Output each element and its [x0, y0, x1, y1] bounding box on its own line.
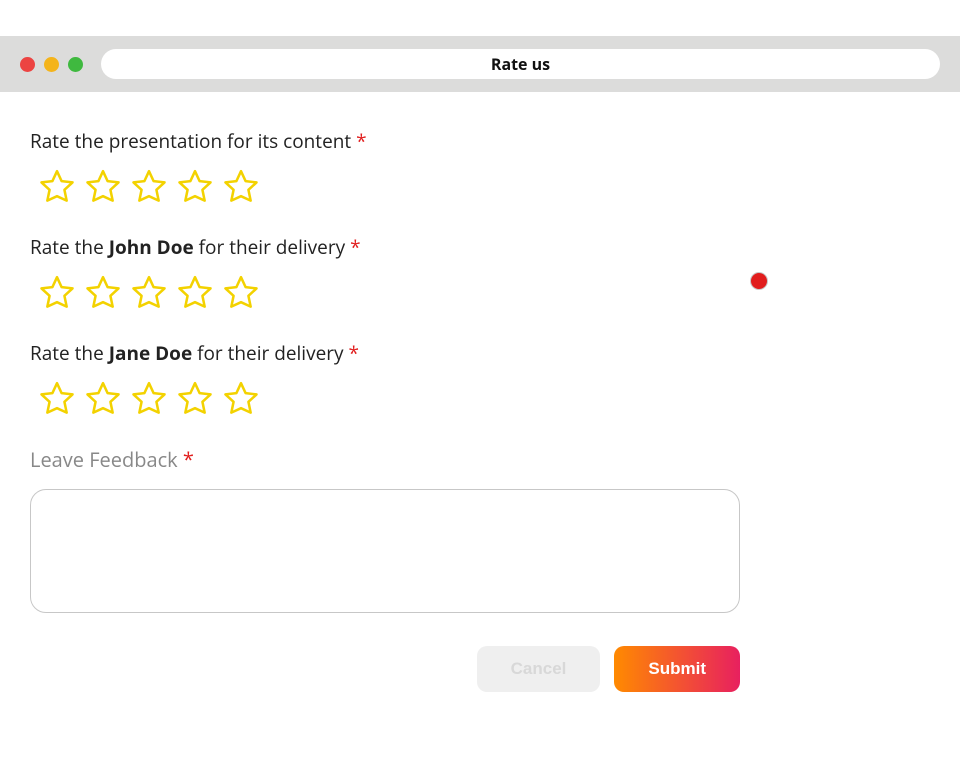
required-marker: * [349, 340, 359, 366]
star-icon[interactable] [130, 274, 168, 312]
feedback-textarea[interactable] [30, 489, 740, 613]
rating-field-content: Rate the presentation for its content * [30, 128, 738, 206]
star-icon[interactable] [176, 380, 214, 418]
star-icon[interactable] [176, 168, 214, 206]
label-text: Rate the [30, 234, 109, 260]
rating-label-jane: Rate the Jane Doe for their delivery * [30, 340, 738, 366]
window-zoom-icon[interactable] [68, 57, 83, 72]
window-minimize-icon[interactable] [44, 57, 59, 72]
star-icon[interactable] [84, 380, 122, 418]
label-bold: Jane Doe [109, 340, 192, 366]
star-icon[interactable] [176, 274, 214, 312]
label-text: Rate the presentation for its content [30, 128, 356, 154]
star-icon[interactable] [84, 168, 122, 206]
required-marker: * [350, 234, 360, 260]
window-titlebar: Rate us [0, 36, 960, 92]
label-text: Leave Feedback [30, 446, 183, 473]
label-text: for their delivery [192, 340, 348, 366]
rating-label-content: Rate the presentation for its content * [30, 128, 738, 154]
label-text: Rate the [30, 340, 109, 366]
label-bold: John Doe [109, 234, 194, 260]
star-icon[interactable] [222, 380, 260, 418]
star-icon[interactable] [130, 168, 168, 206]
title-pill: Rate us [101, 49, 940, 79]
required-marker: * [183, 446, 194, 473]
star-icon[interactable] [222, 168, 260, 206]
star-icon[interactable] [84, 274, 122, 312]
star-icon[interactable] [38, 168, 76, 206]
star-icon[interactable] [38, 380, 76, 418]
rating-label-john: Rate the John Doe for their delivery * [30, 234, 738, 260]
feedback-label: Leave Feedback * [30, 446, 738, 473]
feedback-field: Leave Feedback * [30, 446, 738, 618]
button-row: Cancel Submit [30, 646, 740, 692]
window-close-icon[interactable] [20, 57, 35, 72]
form-content: Rate the presentation for its content * … [0, 92, 768, 692]
star-icon[interactable] [38, 274, 76, 312]
required-marker: * [356, 128, 366, 154]
submit-button[interactable]: Submit [614, 646, 740, 692]
star-rating-content[interactable] [30, 168, 738, 206]
star-rating-john[interactable] [30, 274, 738, 312]
traffic-lights [20, 57, 83, 72]
star-rating-jane[interactable] [30, 380, 738, 418]
label-text: for their delivery [194, 234, 350, 260]
rating-field-john: Rate the John Doe for their delivery * [30, 234, 738, 312]
star-icon[interactable] [130, 380, 168, 418]
rating-field-jane: Rate the Jane Doe for their delivery * [30, 340, 738, 418]
star-icon[interactable] [222, 274, 260, 312]
cancel-button[interactable]: Cancel [477, 646, 601, 692]
record-indicator-icon [750, 272, 768, 290]
page-title: Rate us [491, 53, 550, 75]
